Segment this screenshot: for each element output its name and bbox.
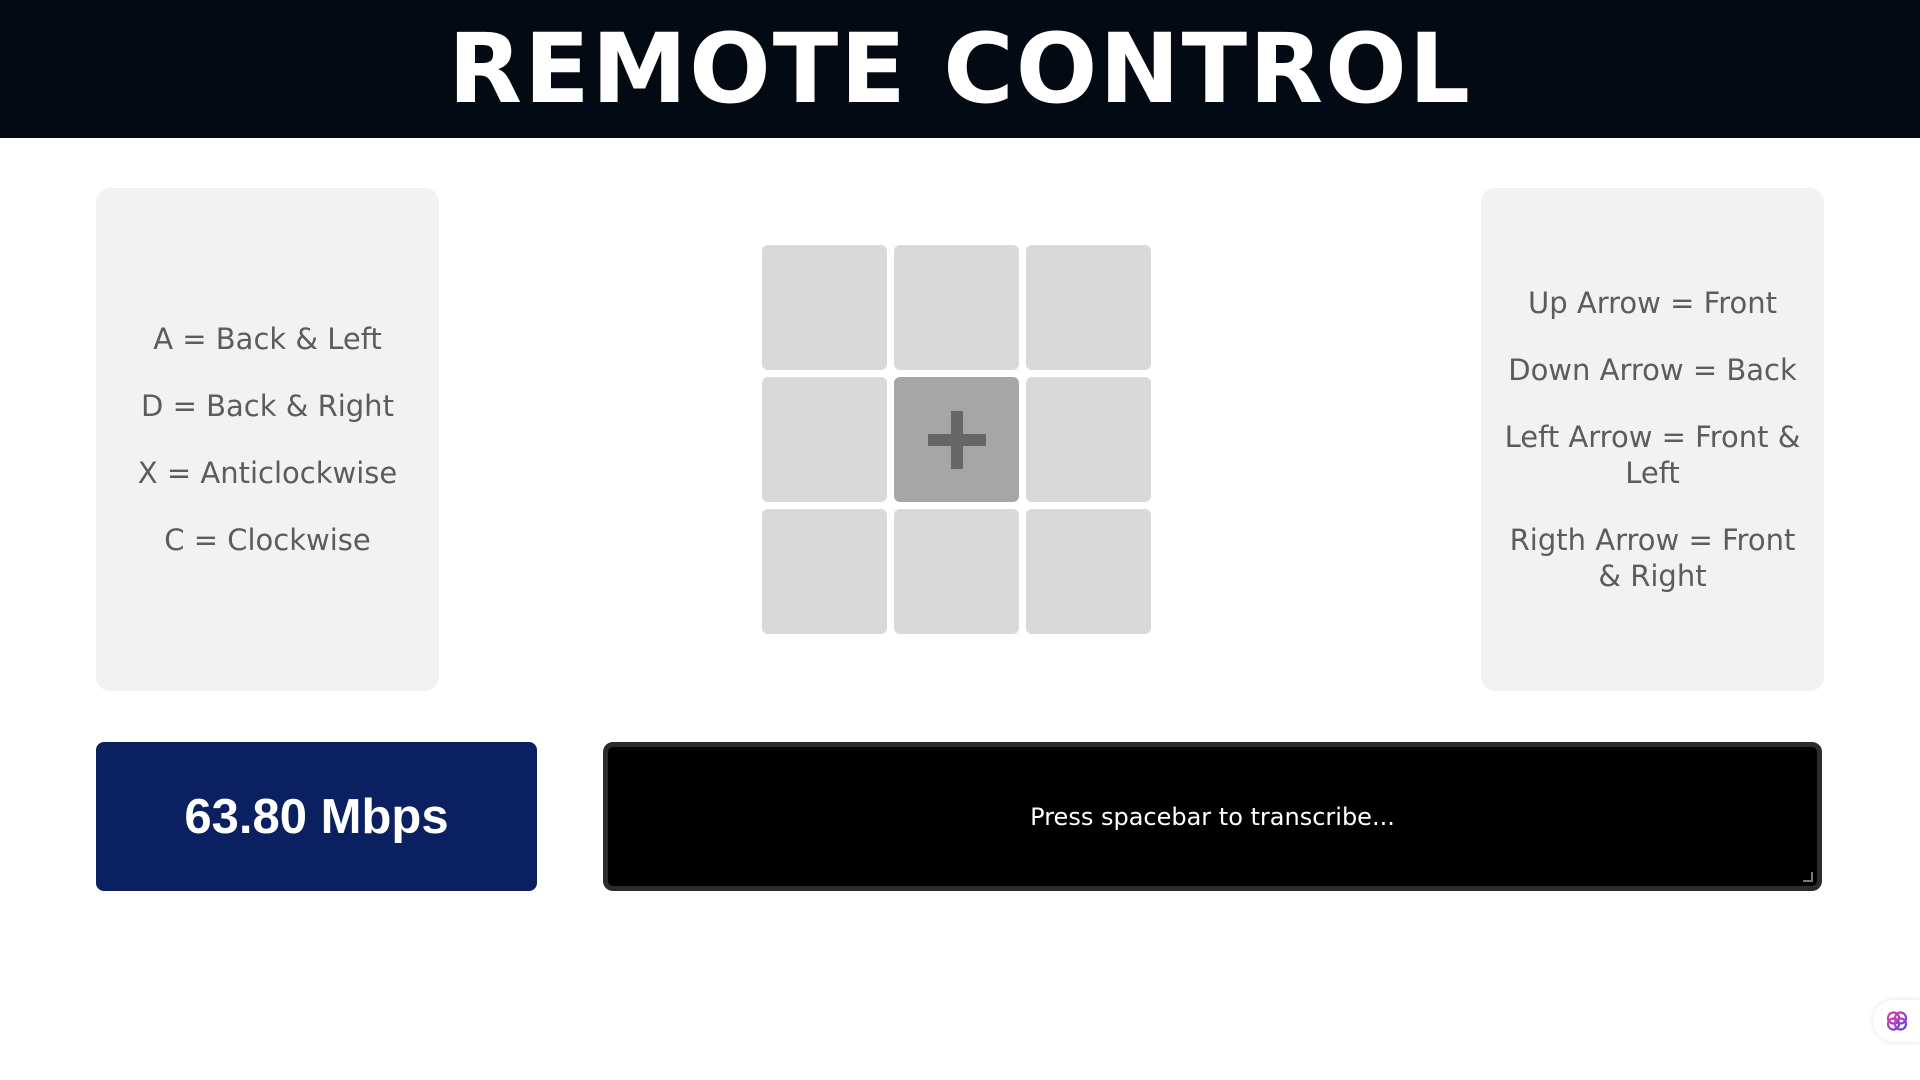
resize-grip-icon[interactable] <box>1803 872 1813 882</box>
pad-left-button[interactable] <box>762 377 887 502</box>
control-hint-down: Down Arrow = Back <box>1508 353 1797 387</box>
control-hint-c: C = Clockwise <box>164 523 371 557</box>
network-speed-value: 63.80 Mbps <box>184 789 449 844</box>
header: REMOTE CONTROL <box>0 0 1920 138</box>
control-hint-right: Rigth Arrow = Front & Right <box>1509 523 1796 593</box>
control-hint-x: X = Anticlockwise <box>137 456 398 490</box>
plus-icon <box>927 410 986 469</box>
transcription-placeholder: Press spacebar to transcribe... <box>1030 802 1395 831</box>
network-speed-display: 63.80 Mbps <box>96 742 537 891</box>
pad-center-button[interactable] <box>894 377 1019 502</box>
pad-back-right-button[interactable] <box>1026 509 1151 634</box>
pad-right-button[interactable] <box>1026 377 1151 502</box>
control-hint-a: A = Back & Left <box>153 322 382 356</box>
pad-front-button[interactable] <box>894 245 1019 370</box>
arrow-controls-panel: Up Arrow = Front Down Arrow = Back Left … <box>1481 188 1824 691</box>
pad-front-right-button[interactable] <box>1026 245 1151 370</box>
brain-icon <box>1886 1011 1907 1031</box>
keyboard-controls-panel: A = Back & Left D = Back & Right X = Ant… <box>96 188 439 691</box>
extension-button[interactable] <box>1873 1000 1920 1042</box>
pad-back-left-button[interactable] <box>762 509 887 634</box>
pad-back-button[interactable] <box>894 509 1019 634</box>
control-hint-up: Up Arrow = Front <box>1528 286 1777 320</box>
transcription-box[interactable]: Press spacebar to transcribe... <box>603 742 1822 891</box>
direction-pad <box>762 245 1152 635</box>
control-hint-left: Left Arrow = Front & Left <box>1504 420 1801 490</box>
pad-front-left-button[interactable] <box>762 245 887 370</box>
control-hint-d: D = Back & Right <box>141 389 394 423</box>
page-title: REMOTE CONTROL <box>448 13 1472 125</box>
